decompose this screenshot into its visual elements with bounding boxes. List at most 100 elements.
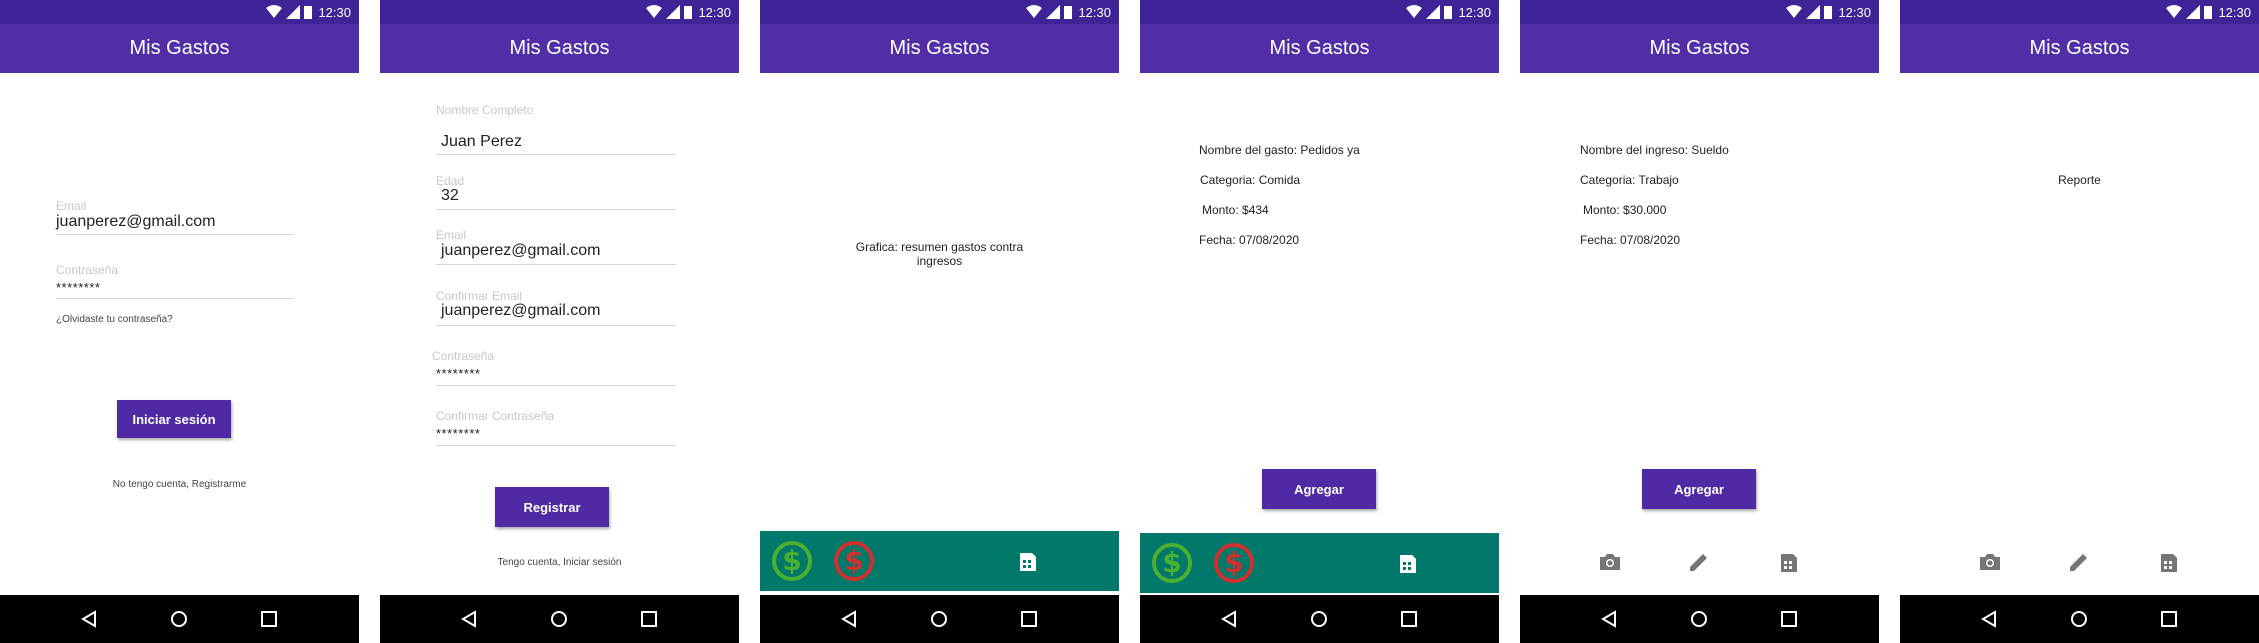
dollar-green-icon[interactable]: $ (771, 540, 813, 582)
status-time: 12:30 (1458, 4, 1491, 20)
home-icon[interactable] (2067, 607, 2091, 631)
dollar-green-icon[interactable]: $ (1151, 542, 1193, 584)
income-amount: Monto: $30.000 (1583, 203, 1667, 217)
back-icon[interactable] (837, 607, 861, 631)
back-icon[interactable] (457, 607, 481, 631)
home-icon[interactable] (927, 607, 951, 631)
back-icon[interactable] (1977, 607, 2001, 631)
pencil-icon[interactable] (1687, 550, 1711, 574)
app-bar: Mis Gastos (0, 24, 359, 73)
register-link[interactable]: No tengo cuenta, Registrarme (0, 479, 359, 490)
app-bar: Mis Gastos (760, 24, 1119, 73)
signal-icon (1806, 5, 1821, 19)
login-screen: 12:30 Mis Gastos Email juanperez@gmail.c… (0, 0, 359, 643)
status-time: 12:30 (698, 4, 731, 20)
confirm-password-field[interactable]: ******** (436, 426, 480, 441)
recents-icon[interactable] (637, 607, 661, 631)
svg-text:$: $ (782, 544, 801, 577)
register-button[interactable]: Registrar (495, 487, 609, 527)
dollar-red-icon[interactable]: $ (833, 540, 875, 582)
report-screen: 12:30 Mis Gastos Reporte (1900, 0, 2259, 643)
battery-icon (1824, 6, 1833, 19)
password-underline (56, 298, 294, 299)
battery-icon (684, 6, 693, 19)
status-bar: 12:30 (380, 0, 739, 24)
age-label: Edad (436, 174, 465, 188)
pencil-icon[interactable] (2067, 550, 2091, 574)
recents-icon[interactable] (2157, 607, 2181, 631)
app-title: Mis Gastos (129, 37, 230, 59)
confirm-email-field[interactable]: juanperez@gmail.com (441, 302, 600, 320)
forgot-password-link[interactable]: ¿Olvidaste tu contraseña? (56, 314, 173, 325)
recents-icon[interactable] (1777, 607, 1801, 631)
dollar-red-icon[interactable]: $ (1213, 542, 1255, 584)
income-screen: 12:30 Mis Gastos Nombre del ingreso: Sue… (1520, 0, 1879, 643)
app-title: Mis Gastos (889, 37, 990, 59)
app-title: Mis Gastos (509, 37, 610, 59)
home-icon[interactable] (547, 607, 571, 631)
app-bar: Mis Gastos (380, 24, 739, 73)
report-icon[interactable] (1396, 551, 1420, 575)
password-field[interactable]: ******** (56, 280, 100, 295)
signal-icon (1426, 5, 1441, 19)
report-icon[interactable] (1016, 549, 1040, 573)
status-bar: 12:30 (1900, 0, 2259, 24)
nav-bar (1900, 595, 2259, 643)
status-time: 12:30 (1078, 4, 1111, 20)
login-link[interactable]: Tengo cuenta, Iniciar sesión (380, 557, 739, 568)
email-field[interactable]: juanperez@gmail.com (441, 242, 600, 260)
password-field[interactable]: ******** (436, 366, 480, 381)
home-icon[interactable] (1307, 607, 1331, 631)
status-bar: 12:30 (1520, 0, 1879, 24)
recents-icon[interactable] (1017, 607, 1041, 631)
confirm-password-label: Confirmar Contraseña (436, 409, 555, 423)
nav-bar (1140, 595, 1499, 643)
income-name: Nombre del ingreso: Sueldo (1580, 143, 1729, 157)
chart-placeholder: Grafica: resumen gastos contra ingresos (760, 240, 1119, 268)
status-bar: 12:30 (1140, 0, 1499, 24)
home-icon[interactable] (1687, 607, 1711, 631)
password-label: Contraseña (432, 349, 495, 363)
app-title: Mis Gastos (1649, 37, 1750, 59)
camera-icon[interactable] (1978, 550, 2002, 574)
name-field[interactable]: Juan Perez (441, 133, 522, 151)
camera-icon[interactable] (1598, 550, 1622, 574)
nav-bar (760, 595, 1119, 643)
password-underline (436, 385, 676, 386)
nav-bar (1520, 595, 1879, 643)
age-underline (436, 209, 676, 210)
email-field[interactable]: juanperez@gmail.com (56, 213, 215, 231)
wifi-icon (2166, 5, 2183, 18)
wifi-icon (266, 5, 283, 18)
nav-bar (0, 595, 359, 643)
age-field[interactable]: 32 (441, 187, 459, 205)
back-icon[interactable] (1597, 607, 1621, 631)
report-title: Reporte (2058, 173, 2101, 187)
report-icon[interactable] (1777, 550, 1801, 574)
signal-icon (666, 5, 681, 19)
status-time: 12:30 (1838, 4, 1871, 20)
recents-icon[interactable] (257, 607, 281, 631)
income-category: Categoria: Trabajo (1580, 173, 1679, 187)
expense-category: Categoria: Comida (1200, 173, 1301, 187)
back-icon[interactable] (77, 607, 101, 631)
recents-icon[interactable] (1397, 607, 1421, 631)
confirm-email-underline (436, 325, 676, 326)
email-label: Email (56, 199, 87, 213)
income-date: Fecha: 07/08/2020 (1580, 233, 1681, 247)
bottom-action-bar: $ $ (760, 531, 1119, 591)
add-button[interactable]: Agregar (1262, 469, 1376, 509)
report-icon[interactable] (2157, 550, 2181, 574)
add-button[interactable]: Agregar (1642, 469, 1756, 509)
battery-icon (1064, 6, 1073, 19)
svg-text:$: $ (1162, 546, 1181, 579)
confirm-password-underline (436, 445, 676, 446)
app-bar: Mis Gastos (1520, 24, 1879, 73)
email-label: Email (436, 228, 467, 242)
home-icon[interactable] (167, 607, 191, 631)
name-label: Nombre Completo (436, 103, 534, 117)
login-button[interactable]: Iniciar sesión (117, 400, 231, 438)
wifi-icon (1786, 5, 1803, 18)
signal-icon (1046, 5, 1061, 19)
back-icon[interactable] (1217, 607, 1241, 631)
